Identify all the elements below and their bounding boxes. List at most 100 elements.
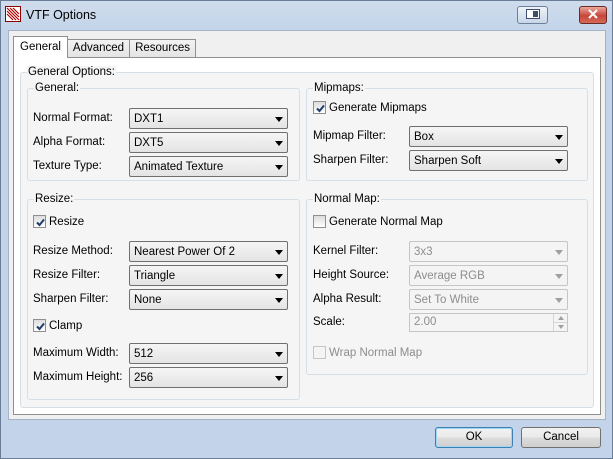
ok-button[interactable]: OK bbox=[435, 427, 513, 448]
scale-value: 2.00 bbox=[414, 316, 437, 328]
max-height-value: 256 bbox=[134, 372, 154, 384]
tab-resources[interactable]: Resources bbox=[129, 39, 197, 58]
resize-method-value: Nearest Power Of 2 bbox=[134, 246, 235, 258]
clamp-label: Clamp bbox=[49, 319, 83, 332]
mipmap-sharpen-value: Sharpen Soft bbox=[414, 155, 482, 167]
mipmap-sharpen-select[interactable]: Sharpen Soft bbox=[409, 150, 568, 171]
height-source-label: Height Source: bbox=[313, 269, 390, 281]
checkmark-icon bbox=[36, 322, 45, 331]
scale-label: Scale: bbox=[313, 316, 345, 328]
normal-format-select[interactable]: DXT1 bbox=[129, 108, 288, 129]
tab-advanced[interactable]: Advanced bbox=[66, 39, 131, 58]
general-tab-page: General Options: General: Normal Format:… bbox=[13, 57, 601, 415]
resize-method-select[interactable]: Nearest Power Of 2 bbox=[129, 241, 288, 262]
scale-spinner[interactable]: 2.00 bbox=[409, 313, 568, 332]
height-source-value: Average RGB bbox=[414, 270, 485, 282]
checkbox-box bbox=[313, 346, 326, 359]
alpha-result-value: Set To White bbox=[414, 294, 479, 306]
alpha-result-select[interactable]: Set To White bbox=[409, 289, 568, 310]
alpha-result-label: Alpha Result: bbox=[313, 293, 382, 305]
resize-checkbox[interactable]: Resize bbox=[33, 214, 84, 229]
checkmark-icon bbox=[316, 104, 325, 113]
resize-label: Resize bbox=[49, 215, 85, 228]
checkbox-box bbox=[313, 101, 326, 114]
resize-sharpen-label: Sharpen Filter: bbox=[33, 293, 109, 305]
clamp-checkbox[interactable]: Clamp bbox=[33, 318, 82, 333]
chevron-down-icon bbox=[555, 135, 563, 140]
max-height-label: Maximum Height: bbox=[33, 371, 123, 383]
alpha-format-select[interactable]: DXT5 bbox=[129, 132, 288, 153]
mipmaps-group: Mipmaps: Generate Mipmaps Mipmap Filter:… bbox=[306, 82, 588, 181]
max-width-value: 512 bbox=[134, 348, 154, 360]
texture-type-label: Texture Type: bbox=[33, 160, 102, 172]
chevron-down-icon bbox=[555, 298, 563, 303]
generate-normal-map-checkbox[interactable]: Generate Normal Map bbox=[313, 214, 443, 229]
wrap-normal-map-label: Wrap Normal Map bbox=[329, 346, 423, 359]
normal-map-legend: Normal Map: bbox=[313, 193, 381, 206]
resize-method-label: Resize Method: bbox=[33, 245, 113, 257]
window-title: VTF Options bbox=[26, 8, 97, 22]
mipmap-filter-value: Box bbox=[414, 131, 434, 143]
mipmap-sharpen-label: Sharpen Filter: bbox=[313, 154, 389, 166]
resize-group: Resize: Resize Resize Method: Nearest Po… bbox=[27, 193, 300, 400]
general-group: General: Normal Format: DXT1 Alpha Forma… bbox=[27, 82, 300, 181]
height-source-select[interactable]: Average RGB bbox=[409, 265, 568, 286]
checkbox-box bbox=[313, 215, 326, 228]
max-height-select[interactable]: 256 bbox=[129, 367, 288, 388]
generate-mipmaps-checkbox[interactable]: Generate Mipmaps bbox=[313, 100, 427, 115]
resize-filter-value: Triangle bbox=[134, 270, 176, 282]
app-icon[interactable] bbox=[5, 6, 21, 22]
chevron-down-icon bbox=[275, 141, 283, 146]
close-button[interactable] bbox=[579, 6, 607, 24]
chevron-down-icon bbox=[275, 274, 283, 279]
generate-normal-map-label: Generate Normal Map bbox=[329, 215, 443, 228]
max-width-label: Maximum Width: bbox=[33, 347, 119, 359]
window-menu-button[interactable] bbox=[517, 6, 548, 24]
cancel-button[interactable]: Cancel bbox=[521, 427, 601, 448]
tab-general[interactable]: General bbox=[13, 36, 68, 58]
checkbox-box bbox=[33, 319, 46, 332]
texture-type-select[interactable]: Animated Texture bbox=[129, 156, 288, 177]
chevron-down-icon bbox=[555, 250, 563, 255]
texture-type-value: Animated Texture bbox=[134, 161, 224, 173]
normal-format-label: Normal Format: bbox=[33, 112, 113, 124]
resize-sharpen-select[interactable]: None bbox=[129, 289, 288, 310]
chevron-down-icon bbox=[275, 250, 283, 255]
max-width-select[interactable]: 512 bbox=[129, 343, 288, 364]
dialog-body: General Advanced Resources General Optio… bbox=[8, 30, 606, 420]
resize-sharpen-value: None bbox=[134, 294, 162, 306]
checkmark-icon bbox=[36, 218, 45, 227]
kernel-filter-label: Kernel Filter: bbox=[313, 245, 379, 257]
chevron-down-icon bbox=[555, 159, 563, 164]
chevron-down-icon bbox=[275, 117, 283, 122]
general-options-legend: General Options: bbox=[27, 66, 116, 79]
resize-legend: Resize: bbox=[34, 193, 75, 206]
tab-strip: General Advanced Resources bbox=[13, 36, 197, 58]
kernel-filter-select[interactable]: 3x3 bbox=[409, 241, 568, 262]
alpha-format-label: Alpha Format: bbox=[33, 136, 106, 148]
checkbox-box bbox=[33, 215, 46, 228]
vtf-options-window: VTF Options General Advanced Resources G… bbox=[0, 0, 613, 459]
general-legend: General: bbox=[34, 82, 81, 95]
mipmap-filter-label: Mipmap Filter: bbox=[313, 130, 386, 142]
generate-mipmaps-label: Generate Mipmaps bbox=[329, 101, 427, 114]
chevron-down-icon bbox=[275, 165, 283, 170]
normal-map-group: Normal Map: Generate Normal Map Kernel F… bbox=[306, 193, 588, 375]
chevron-down-icon bbox=[555, 274, 563, 279]
mipmap-filter-select[interactable]: Box bbox=[409, 126, 568, 147]
mipmaps-legend: Mipmaps: bbox=[313, 82, 365, 95]
kernel-filter-value: 3x3 bbox=[414, 246, 433, 258]
resize-filter-label: Resize Filter: bbox=[33, 269, 101, 281]
chevron-down-icon bbox=[275, 298, 283, 303]
window-menu-icon bbox=[525, 8, 540, 22]
chevron-down-icon bbox=[275, 376, 283, 381]
resize-filter-select[interactable]: Triangle bbox=[129, 265, 288, 286]
normal-format-value: DXT1 bbox=[134, 113, 164, 125]
close-icon bbox=[588, 8, 598, 22]
alpha-format-value: DXT5 bbox=[134, 137, 164, 149]
title-bar[interactable]: VTF Options bbox=[1, 1, 612, 29]
wrap-normal-map-checkbox[interactable]: Wrap Normal Map bbox=[313, 345, 422, 360]
general-options-group: General Options: General: Normal Format:… bbox=[20, 66, 594, 408]
spin-down-icon[interactable] bbox=[553, 322, 567, 331]
chevron-down-icon bbox=[275, 352, 283, 357]
